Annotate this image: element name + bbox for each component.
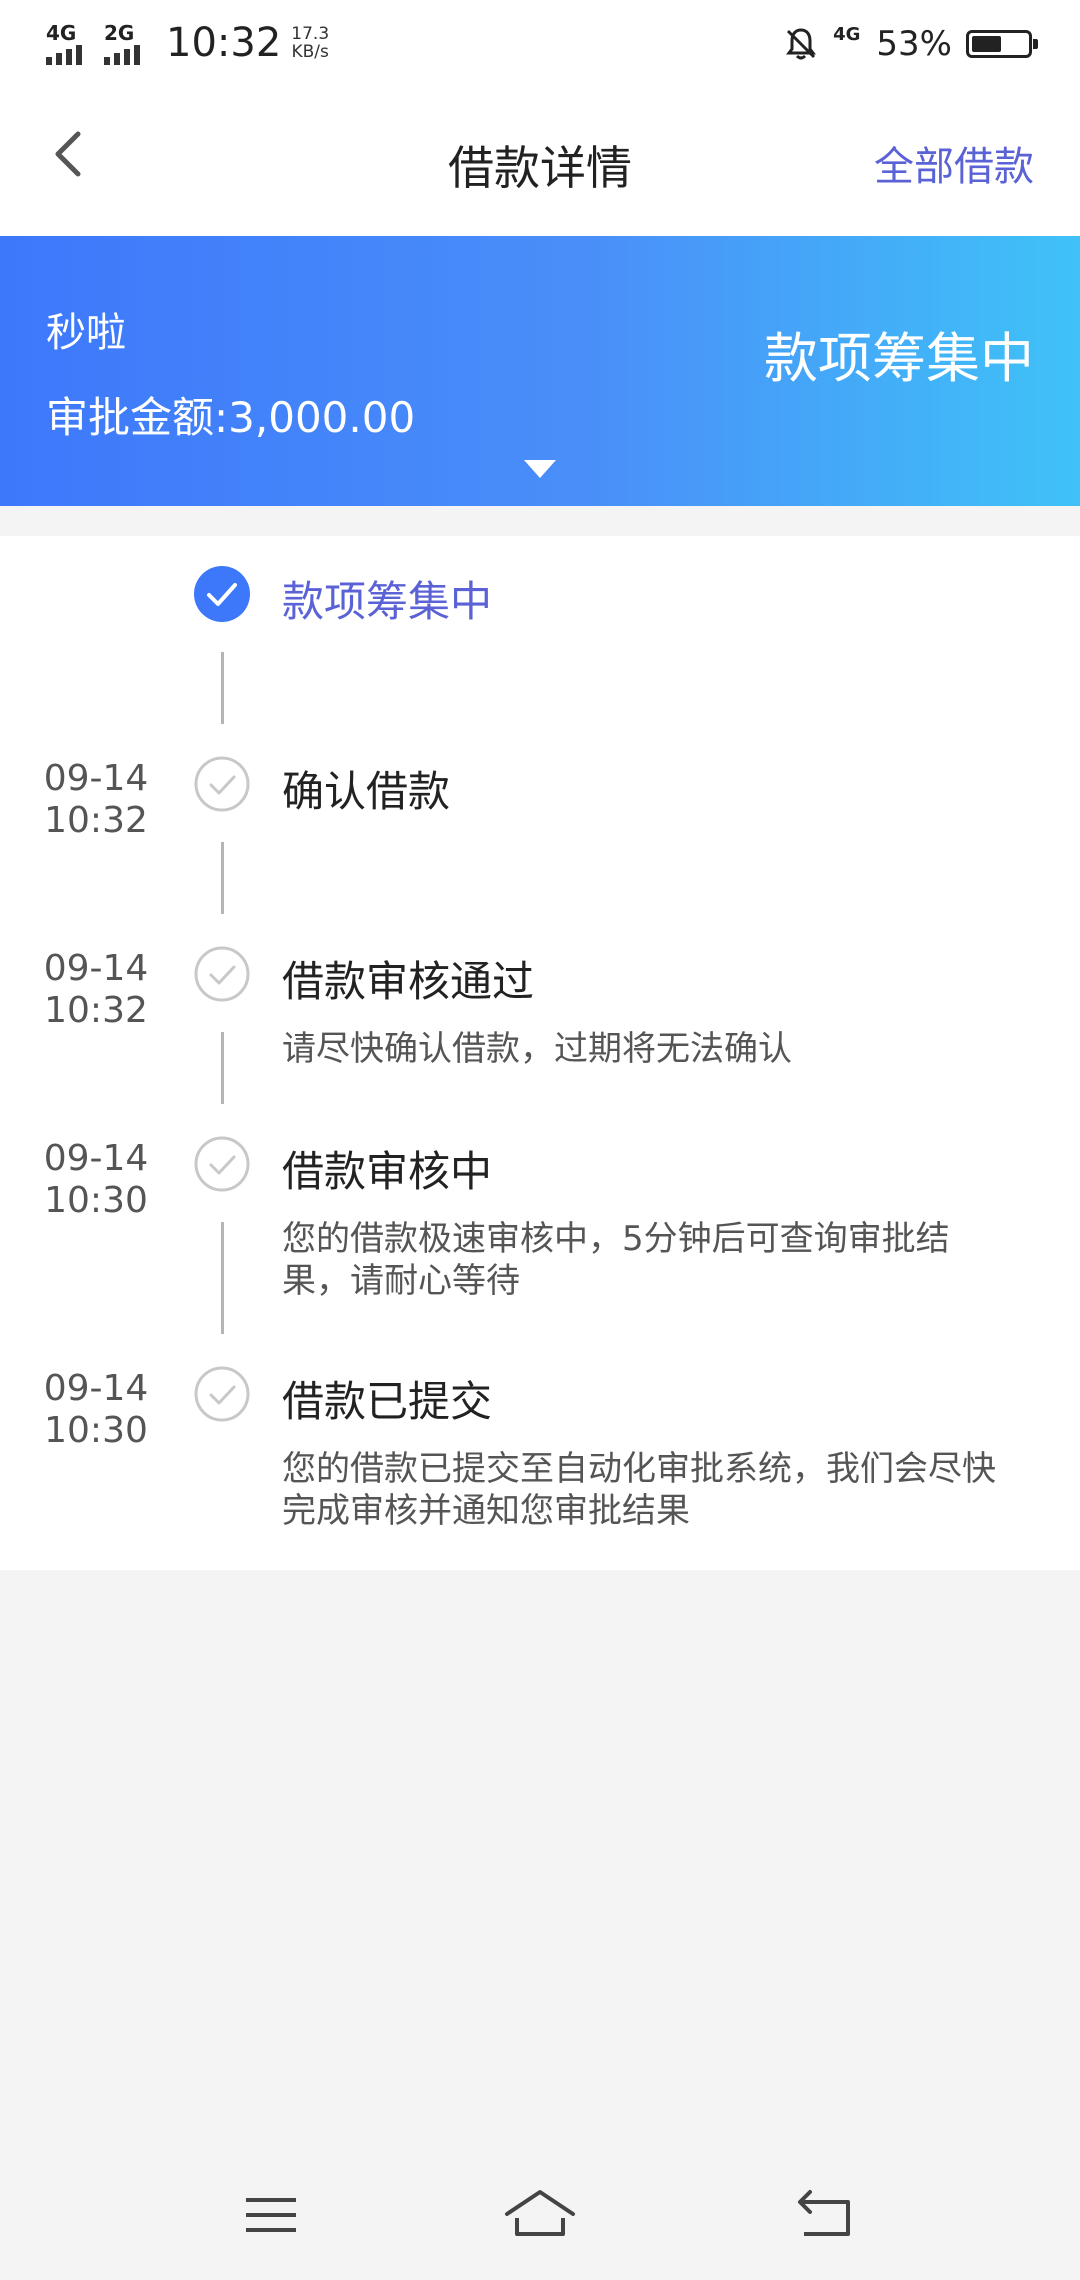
check-circle-outline-icon xyxy=(194,1366,250,1422)
network-speed: 17.3 KB/s xyxy=(291,25,329,61)
timeline-date: 09-14 10:30 xyxy=(36,1138,156,1222)
signal-icon: 2G xyxy=(104,21,152,65)
check-circle-outline-icon xyxy=(194,946,250,1002)
battery-icon xyxy=(966,30,1038,58)
back-arrow-icon[interactable] xyxy=(778,2180,868,2250)
timeline-date-time: 10:30 xyxy=(44,1180,148,1221)
timeline-connector xyxy=(221,652,224,724)
all-loans-link[interactable]: 全部借款 xyxy=(874,134,1034,192)
check-circle-filled-icon xyxy=(194,566,250,622)
timeline-title: 款项筹集中 xyxy=(282,577,493,626)
timeline-date: 09-14 10:32 xyxy=(36,758,156,842)
approved-amount: 审批金额:3,000.00 xyxy=(46,393,416,442)
check-circle-outline-icon xyxy=(194,1136,250,1192)
status-left: 4G 2G 10:32 17.3 KB/s xyxy=(46,18,329,68)
sim2-network: 2G xyxy=(104,21,135,45)
sim1-network: 4G xyxy=(46,21,77,45)
loan-timeline: 款项筹集中 09-14 10:32 确认借款 09-14 10:32 借款审核通… xyxy=(0,536,1080,1570)
battery-percent: 53% xyxy=(876,24,952,64)
menu-icon[interactable] xyxy=(226,2180,316,2250)
triangle-down-icon[interactable] xyxy=(524,460,556,478)
status-time: 10:32 xyxy=(166,20,282,66)
extra-network: 4G xyxy=(833,23,861,45)
timeline-title: 借款已提交 xyxy=(282,1377,493,1426)
timeline-title: 借款审核中 xyxy=(282,1147,493,1196)
network-speed-value: 17.3 xyxy=(291,24,330,44)
loan-status: 款项筹集中 xyxy=(764,327,1034,390)
timeline-connector xyxy=(221,1032,224,1104)
system-nav-bar xyxy=(0,2140,1080,2280)
header: 借款详情 全部借款 xyxy=(0,88,1080,236)
timeline-date-day: 09-14 xyxy=(43,1368,149,1409)
product-name: 秒啦 xyxy=(46,310,126,356)
timeline-date-time: 10:32 xyxy=(44,990,148,1031)
signal-icon: 4G xyxy=(46,21,94,65)
timeline-description: 您的借款极速审核中，5分钟后可查询审批结果，请耐心等待 xyxy=(282,1219,950,1301)
status-bar: 4G 2G 10:32 17.3 KB/s 4G 53% xyxy=(0,0,1080,88)
timeline-connector xyxy=(221,1222,224,1334)
status-right: 4G 53% xyxy=(783,20,1038,68)
timeline-date: 09-14 10:30 xyxy=(36,1368,156,1452)
timeline-date-time: 10:30 xyxy=(44,1410,148,1451)
timeline-date: 09-14 10:32 xyxy=(36,948,156,1032)
timeline-description: 您的借款已提交至自动化审批系统，我们会尽快完成审核并通知您审批结果 xyxy=(282,1449,996,1531)
timeline-title: 借款审核通过 xyxy=(282,957,535,1006)
timeline-date-day: 09-14 xyxy=(43,1138,149,1179)
timeline-date-day: 09-14 xyxy=(43,948,149,989)
bell-off-icon xyxy=(786,28,817,60)
timeline-date-time: 10:32 xyxy=(44,800,148,841)
loan-summary-banner: 秒啦 审批金额:3,000.00 款项筹集中 xyxy=(0,236,1080,506)
check-circle-outline-icon xyxy=(194,756,250,812)
timeline-title: 确认借款 xyxy=(282,767,451,816)
battery-fill xyxy=(972,36,1001,52)
timeline-connector xyxy=(221,842,224,914)
timeline-description: 请尽快确认借款，过期将无法确认 xyxy=(282,1029,792,1069)
timeline-date-day: 09-14 xyxy=(43,758,149,799)
home-icon[interactable] xyxy=(495,2180,585,2250)
network-speed-unit: KB/s xyxy=(291,42,329,62)
